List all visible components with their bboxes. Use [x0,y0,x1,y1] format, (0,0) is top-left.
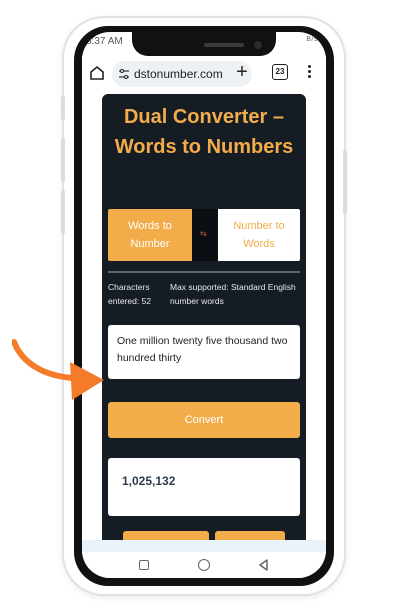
words-to-number-tab[interactable]: Words to Number [108,209,192,261]
status-indicators: B/s [306,36,318,43]
page-title: Dual Converter – Words to Numbers [114,106,294,158]
divider [108,271,300,273]
side-button [61,138,65,182]
status-time: 5:37 AM [86,36,123,47]
nav-back-icon[interactable] [258,559,270,571]
address-bar[interactable]: dstonumber.com [112,61,252,87]
result-output: 1,025,132 [108,458,300,516]
number-to-words-tab[interactable]: Number to Words [218,209,300,261]
pointer-arrow-icon [12,339,104,400]
mode-toggle: Words to Number ⇆ Number to Words [108,209,300,261]
url-text: dstonumber.com [134,67,223,81]
plus-icon[interactable]: + [234,62,250,82]
max-supported-note: Max supported: Standard English number w… [170,282,296,306]
words-input[interactable]: One million twenty five thousand two hun… [108,325,300,379]
page-footer-strip [82,540,326,552]
convert-button[interactable]: Convert [108,402,300,438]
system-nav-bar [82,552,326,578]
side-button [61,96,65,120]
nav-home-icon[interactable] [198,559,210,571]
converter-panel: Dual Converter – Words to Numbers Words … [102,94,306,563]
phone-screen: 5:37 AM B/s dstonumber.com + 23 Dual Con… [82,32,326,578]
swap-icon: ⇆ [200,229,207,238]
nav-square-icon[interactable] [139,560,149,570]
side-button [343,150,347,214]
side-button [61,190,65,234]
home-icon[interactable] [88,64,106,82]
tabs-icon[interactable]: 23 [272,64,288,80]
character-count: Characters entered: 52 [108,282,152,306]
tune-icon[interactable] [118,68,130,80]
browser-toolbar: dstonumber.com + 23 [82,56,326,96]
speaker-slot [204,43,244,47]
menu-icon[interactable] [308,65,312,79]
camera [254,41,262,49]
